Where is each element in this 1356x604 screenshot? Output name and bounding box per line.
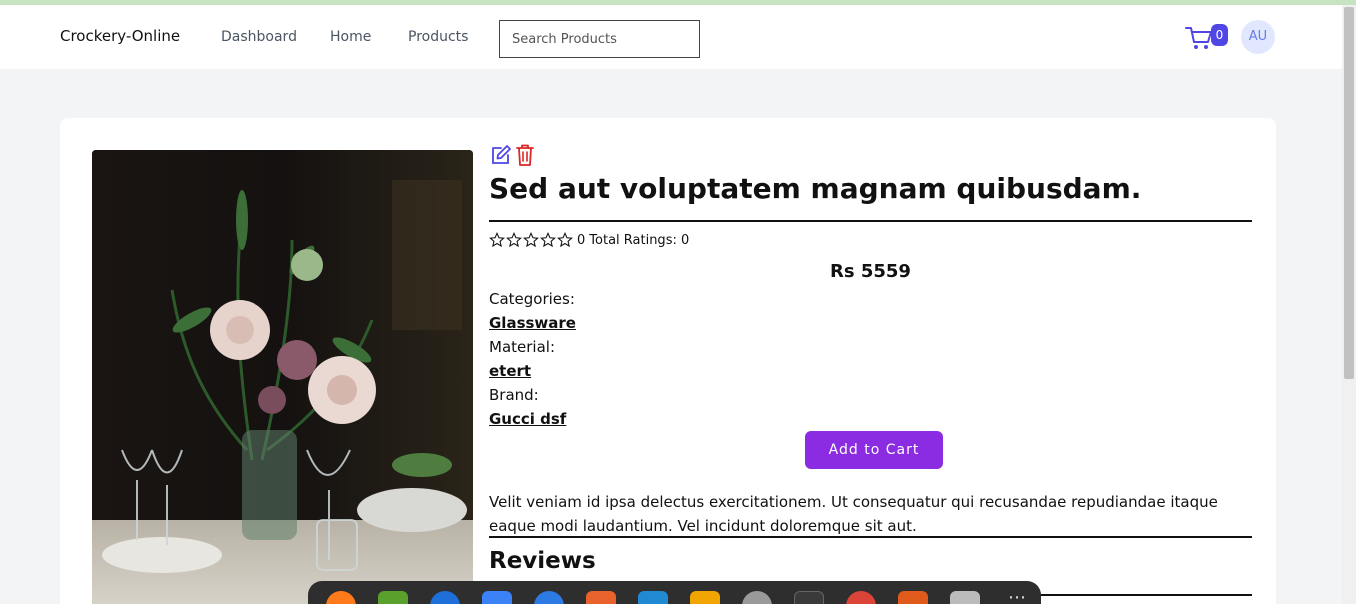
- star-icon[interactable]: [506, 232, 522, 248]
- nav-link-dashboard[interactable]: Dashboard: [221, 29, 297, 45]
- page-scrollbar[interactable]: [1342, 5, 1356, 604]
- rating-value: 0: [577, 232, 586, 248]
- archive-icon[interactable]: [950, 591, 980, 604]
- brand-label: Brand:: [489, 386, 539, 404]
- apps-grid-icon[interactable]: ⋯: [1002, 589, 1032, 604]
- title-divider: [489, 220, 1252, 222]
- store-icon[interactable]: [586, 591, 616, 604]
- editor-icon[interactable]: [898, 591, 928, 604]
- brand-link[interactable]: Gucci dsf: [489, 410, 566, 428]
- total-ratings: Total Ratings: 0: [589, 232, 690, 248]
- material-label: Material:: [489, 338, 555, 356]
- avatar[interactable]: AU: [1241, 20, 1275, 54]
- product-title: Sed aut voluptatem magnam quibusdam.: [489, 172, 1142, 205]
- firefox-icon[interactable]: [326, 591, 356, 604]
- rating-row: 0 Total Ratings: 0: [489, 231, 693, 249]
- nav-link-home[interactable]: Home: [330, 29, 371, 45]
- description-divider: [489, 536, 1252, 538]
- edit-icon[interactable]: [489, 143, 513, 167]
- brand-logo[interactable]: Crockery-Online: [60, 27, 180, 45]
- product-price: Rs 5559: [830, 261, 911, 282]
- files-icon[interactable]: [378, 591, 408, 604]
- navbar: Crockery-Online Dashboard Home Products …: [0, 5, 1342, 69]
- search-input[interactable]: [499, 20, 700, 58]
- nav-link-products[interactable]: Products: [408, 29, 468, 45]
- star-icon[interactable]: [489, 232, 505, 248]
- product-description: Velit veniam id ipsa delectus exercitati…: [489, 493, 1218, 535]
- document-icon[interactable]: [482, 591, 512, 604]
- thunderbird-icon[interactable]: [430, 591, 460, 604]
- settings-icon[interactable]: [742, 591, 772, 604]
- help-icon[interactable]: [534, 591, 564, 604]
- taskbar-dock: ⋯: [308, 581, 1041, 604]
- scrollbar-thumb[interactable]: [1344, 7, 1354, 379]
- calculator-icon[interactable]: [690, 591, 720, 604]
- categories-label: Categories:: [489, 290, 575, 308]
- material-link[interactable]: etert: [489, 362, 531, 380]
- star-icon[interactable]: [523, 232, 539, 248]
- star-icon[interactable]: [557, 232, 573, 248]
- cart-icon[interactable]: [1184, 24, 1214, 52]
- terminal-icon[interactable]: [794, 591, 824, 604]
- cart-count-badge[interactable]: 0: [1211, 24, 1228, 46]
- star-rating[interactable]: [489, 232, 573, 248]
- product-image: [92, 150, 473, 604]
- delete-icon[interactable]: [514, 143, 536, 167]
- star-icon[interactable]: [540, 232, 556, 248]
- chrome-icon[interactable]: [846, 591, 876, 604]
- category-link[interactable]: Glassware: [489, 314, 576, 332]
- vscode-icon[interactable]: [638, 591, 668, 604]
- reviews-heading: Reviews: [489, 548, 596, 574]
- add-to-cart-button[interactable]: Add to Cart: [805, 431, 943, 469]
